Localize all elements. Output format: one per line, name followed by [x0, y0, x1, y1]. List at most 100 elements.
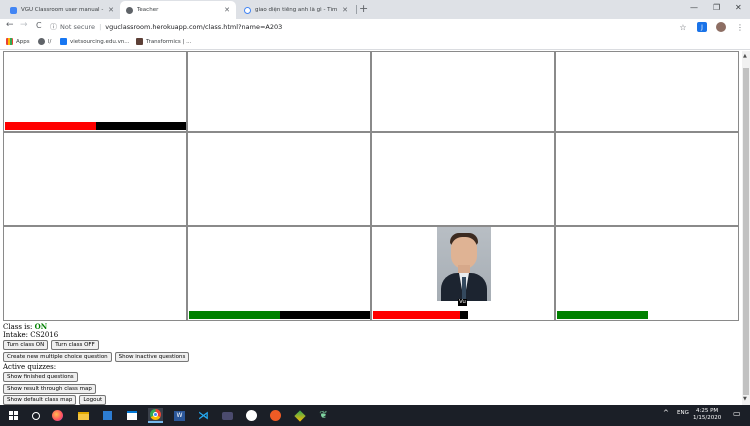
seat-cell[interactable]	[371, 51, 555, 132]
tab-vgu-manual[interactable]: VGU Classroom user manual - Go ✕	[4, 1, 120, 19]
seat-cell[interactable]	[3, 132, 187, 226]
turn-class-off-button[interactable]: Turn class OFF	[51, 340, 99, 350]
student-photo	[437, 227, 491, 301]
student-name-label: Vu	[458, 299, 467, 306]
menu-kebab-icon[interactable]: ⋮	[735, 22, 745, 32]
google-icon	[244, 6, 251, 14]
show-result-map-button[interactable]: Show result through class map	[3, 383, 96, 394]
reload-button[interactable]: C	[36, 21, 42, 30]
teacher-control-panel: Class is: ON Intake: CS2016 Turn class O…	[3, 322, 403, 405]
seat-cell[interactable]	[187, 132, 371, 226]
extension-icon[interactable]: J	[697, 22, 707, 32]
system-clock[interactable]: 4:25 PM 1/15/2020	[693, 408, 721, 422]
bookmark-transformics[interactable]: Transformics | ...	[136, 38, 191, 45]
tab-separator	[356, 5, 357, 14]
bookmark-label: Transformics | ...	[146, 38, 192, 45]
security-label: Not secure	[60, 23, 96, 31]
tab-title: Teacher	[137, 7, 159, 13]
seat-cell[interactable]	[371, 132, 555, 226]
seat-cell[interactable]	[3, 51, 187, 132]
info-icon[interactable]: ⓘ	[50, 22, 57, 32]
bookmark-label: l/	[48, 38, 52, 45]
seat-progress-bar	[557, 311, 648, 319]
apps-grid-icon	[6, 38, 13, 45]
scroll-up-icon[interactable]: ▲	[743, 53, 747, 59]
class-map-grid: Vu	[3, 51, 740, 321]
minimize-button[interactable]: —	[690, 3, 698, 12]
language-indicator[interactable]: ENG	[677, 410, 689, 416]
close-tab-icon[interactable]: ✕	[108, 6, 114, 14]
intake-label: Intake:	[3, 331, 29, 339]
seat-progress-fill	[373, 311, 460, 319]
tab-title: VGU Classroom user manual - Go	[21, 7, 106, 13]
facebook-icon	[60, 38, 67, 45]
github-desktop-icon[interactable]	[244, 408, 259, 423]
close-tab-icon[interactable]: ✕	[224, 6, 230, 14]
bookmark-star-icon[interactable]: ☆	[678, 22, 688, 32]
address-bar[interactable]: ⓘ Not secure | vguclassroom.herokuapp.co…	[50, 20, 670, 34]
address-separator: |	[99, 23, 102, 31]
globe-icon	[126, 6, 133, 14]
search-icon[interactable]	[28, 408, 43, 423]
class-status-line: Class is: ON	[3, 322, 403, 331]
intake-value: CS2016	[30, 331, 59, 339]
page-viewport: Vu Class is: ON Intake: CS2016 Turn clas…	[0, 51, 742, 405]
clock-date: 1/15/2020	[693, 415, 722, 421]
bookmarks-bar: Apps l/ vietsourcing.edu.vn... Transform…	[0, 35, 750, 50]
seat-cell[interactable]	[555, 51, 739, 132]
windows-taskbar: W ⋊ ❦ ^ ENG 4:25 PM 1/15/2020 ▭	[0, 405, 750, 426]
class-toggle-row: Turn class ON Turn class OFF	[3, 340, 403, 351]
file-explorer-icon[interactable]	[76, 408, 91, 423]
network-tool-icon[interactable]: ❦	[316, 408, 331, 423]
git-icon[interactable]	[292, 408, 307, 423]
show-finished-questions-button[interactable]: Show finished questions	[3, 372, 78, 382]
word-icon[interactable]: W	[172, 408, 187, 423]
vscode-icon[interactable]: ⋊	[196, 408, 211, 423]
show-inactive-questions-button[interactable]: Show inactive questions	[114, 351, 190, 362]
new-tab-button[interactable]: +	[359, 2, 368, 15]
notifications-icon[interactable]: ▭	[733, 409, 741, 418]
seat-cell[interactable]	[3, 226, 187, 321]
tab-teacher[interactable]: Teacher ✕	[120, 1, 236, 19]
store-icon[interactable]	[124, 408, 139, 423]
scrollbar-thumb[interactable]	[743, 68, 749, 395]
close-window-button[interactable]: ✕	[735, 3, 742, 12]
profile-avatar[interactable]	[716, 22, 726, 32]
tray-expand-icon[interactable]: ^	[663, 409, 669, 417]
seat-cell[interactable]	[187, 51, 371, 132]
postman-icon[interactable]	[268, 408, 283, 423]
default-map-row: Show default class map Logout	[3, 395, 403, 405]
bookmark-github[interactable]: l/	[38, 38, 51, 45]
bookmark-apps[interactable]: Apps	[6, 38, 30, 45]
create-question-button[interactable]: Create new multiple choice question	[3, 351, 112, 362]
terminal-icon[interactable]	[220, 408, 235, 423]
back-button[interactable]: ←	[6, 20, 14, 30]
turn-class-on-button[interactable]: Turn class ON	[3, 340, 49, 350]
seat-progress-fill	[189, 311, 280, 319]
close-tab-icon[interactable]: ✕	[342, 6, 348, 14]
tab-google-search[interactable]: giao diện tiếng anh là gì - Tìm v ✕	[238, 1, 354, 19]
taskbar-app-icon[interactable]	[100, 408, 115, 423]
seat-cell[interactable]	[555, 226, 739, 321]
scroll-down-icon[interactable]: ▼	[743, 396, 747, 402]
restore-button[interactable]: ❐	[713, 3, 720, 12]
seat-cell[interactable]	[187, 226, 371, 321]
logout-button[interactable]: Logout	[79, 395, 107, 405]
question-actions-row: Create new multiple choice question Show…	[3, 351, 403, 363]
forward-button[interactable]: →	[20, 20, 28, 30]
page-scrollbar[interactable]: ▲ ▼	[742, 51, 750, 405]
url-text: vguclassroom.herokuapp.com/class.html?na…	[105, 23, 283, 31]
finished-row: Show finished questions	[3, 372, 403, 383]
windows-start-icon[interactable]	[6, 408, 21, 423]
chrome-icon[interactable]	[148, 408, 163, 423]
seat-cell[interactable]: Vu	[371, 226, 555, 321]
active-quizzes-label: Active quizzes:	[3, 363, 57, 371]
class-status-label: Class is:	[3, 323, 33, 331]
browser-toolbar: ← → C ⓘ Not secure | vguclassroom.heroku…	[0, 19, 750, 35]
firefox-icon[interactable]	[50, 408, 65, 423]
bookmark-vietsourcing[interactable]: vietsourcing.edu.vn...	[60, 38, 130, 45]
class-status-value: ON	[34, 322, 48, 331]
seat-cell[interactable]	[555, 132, 739, 226]
docs-icon	[10, 6, 17, 14]
show-default-map-button[interactable]: Show default class map	[3, 395, 77, 405]
